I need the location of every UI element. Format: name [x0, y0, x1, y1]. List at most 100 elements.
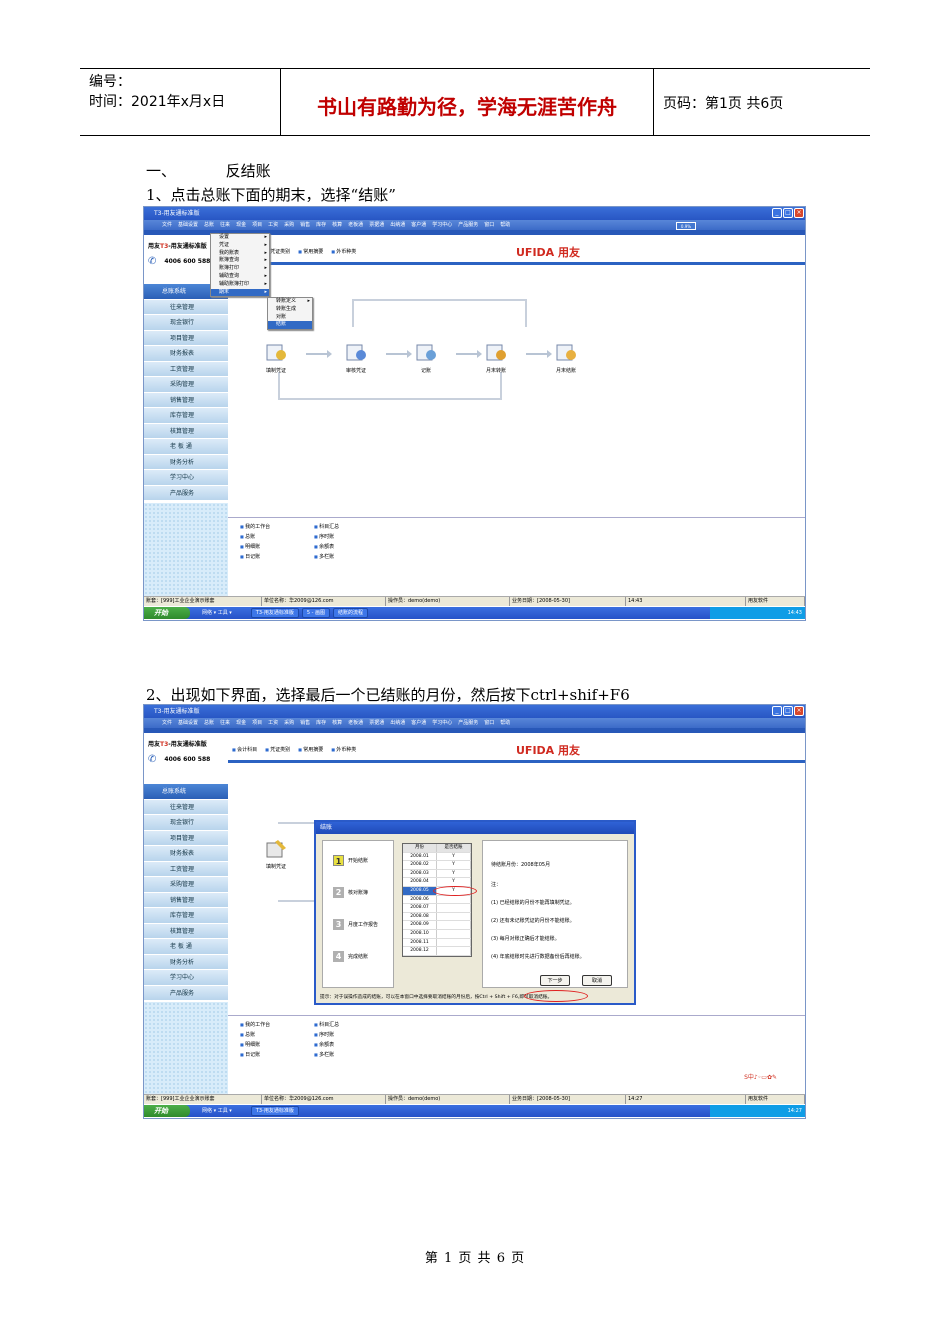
close-icon[interactable]: ×: [794, 208, 804, 218]
menu-item[interactable]: 现金: [236, 220, 246, 230]
menu-item[interactable]: 学习中心: [432, 718, 452, 728]
menu-item[interactable]: 客户通: [411, 718, 426, 728]
sidebar-item[interactable]: 财务报表: [144, 346, 228, 362]
closed-cell[interactable]: Y: [437, 869, 471, 878]
menu-item[interactable]: 基础设置: [178, 220, 198, 230]
toolbar-item[interactable]: 外币种类: [331, 746, 356, 753]
flow-step-label[interactable]: 记账: [406, 367, 446, 374]
submenu-item[interactable]: 结账: [268, 321, 312, 330]
sidebar-item[interactable]: 库存管理: [144, 908, 228, 924]
month-cell[interactable]: 2008.01: [403, 852, 437, 861]
table-row[interactable]: 2008.06: [403, 895, 471, 905]
quick-link[interactable]: 日记账: [240, 552, 270, 562]
sidebar-item[interactable]: 往来管理: [144, 299, 228, 315]
quick-link[interactable]: 多栏账: [314, 552, 339, 562]
menu-item[interactable]: 帮助: [500, 718, 510, 728]
quick-link[interactable]: 明细账: [240, 1040, 270, 1050]
sidebar-item[interactable]: 老 板 通: [144, 439, 228, 455]
flow-step-icon[interactable]: [554, 341, 578, 363]
menu-item[interactable]: 项目: [252, 220, 262, 230]
submenu-item[interactable]: 转账生成: [268, 306, 312, 314]
flow-step-icon[interactable]: [414, 341, 438, 363]
menu-item[interactable]: 账簿打印: [211, 265, 269, 273]
flow-step-label[interactable]: 月末转账: [476, 367, 516, 374]
closed-cell[interactable]: [437, 921, 471, 929]
menu-item[interactable]: 基础设置: [178, 718, 198, 728]
taskbar-button[interactable]: T3-用友通标准版: [250, 608, 299, 618]
month-cell[interactable]: 2008.03: [403, 869, 437, 878]
sidebar-item[interactable]: 学习中心: [144, 470, 228, 486]
month-cell[interactable]: 2008.11: [403, 938, 437, 947]
flow-step-icon[interactable]: [264, 341, 288, 363]
table-row[interactable]: 2008.02 Y: [403, 861, 471, 870]
sidebar-item[interactable]: 财务分析: [144, 954, 228, 970]
quick-link[interactable]: 日记账: [240, 1050, 270, 1060]
closed-cell[interactable]: [437, 904, 471, 912]
menu-item[interactable]: 帮助: [500, 220, 510, 230]
menu-item[interactable]: 票据通: [369, 220, 384, 230]
start-button[interactable]: 开始: [144, 607, 190, 619]
sidebar-item[interactable]: 老 板 通: [144, 939, 228, 955]
sidebar-item[interactable]: 采购管理: [144, 377, 228, 393]
table-row[interactable]: 2008.11: [403, 938, 471, 948]
menu-item[interactable]: 老板通: [348, 220, 363, 230]
taskbar-button[interactable]: 结账的流程: [333, 608, 369, 618]
maximize-icon[interactable]: □: [783, 208, 793, 218]
menu-item[interactable]: 总账: [204, 718, 214, 728]
toolbar-item[interactable]: 外币种类: [331, 248, 356, 255]
quick-link[interactable]: 总账: [240, 532, 270, 542]
submenu-item[interactable]: 转账定义: [268, 298, 312, 306]
menu-item[interactable]: 出纳通: [390, 718, 405, 728]
menu-item[interactable]: 销售: [300, 718, 310, 728]
toolbar-item[interactable]: 会计科目: [232, 746, 257, 753]
sidebar-item[interactable]: 现金银行: [144, 815, 228, 831]
menu-item[interactable]: 文件: [162, 718, 172, 728]
month-cell[interactable]: 2008.07: [403, 904, 437, 912]
taskbar-button[interactable]: T3-用友通标准版: [250, 1106, 299, 1116]
minimize-icon[interactable]: _: [772, 706, 782, 716]
maximize-icon[interactable]: □: [783, 706, 793, 716]
quick-link[interactable]: 科目汇总: [314, 522, 339, 532]
flow-step-label[interactable]: 月末结账: [546, 367, 586, 374]
closed-cell[interactable]: [437, 929, 471, 938]
table-row[interactable]: 2008.09: [403, 921, 471, 930]
menu-item[interactable]: 项目: [252, 718, 262, 728]
menu-item[interactable]: 销售: [300, 220, 310, 230]
menu-item[interactable]: 库存: [316, 220, 326, 230]
table-row[interactable]: 2008.10: [403, 929, 471, 939]
month-cell[interactable]: 2008.02: [403, 861, 437, 869]
toolbar-item[interactable]: 凭证类别: [265, 746, 290, 753]
month-cell[interactable]: 2008.09: [403, 921, 437, 929]
table-row[interactable]: 2008.12: [403, 947, 471, 956]
flow-step-label[interactable]: 审核凭证: [336, 367, 376, 374]
month-table[interactable]: 月份 是否结账 2008.01 Y 2008.02 Y 2008.03 Y 2008.04 Y 2…: [402, 843, 472, 957]
menu-item[interactable]: 核算: [332, 220, 342, 230]
month-cell[interactable]: 2008.04: [403, 878, 437, 886]
quick-link[interactable]: 序时账: [314, 1030, 339, 1040]
quick-link[interactable]: 余额表: [314, 1040, 339, 1050]
quick-link[interactable]: 科目汇总: [314, 1020, 339, 1030]
menu-item[interactable]: 辅助账簿打印: [211, 281, 269, 289]
menu-item[interactable]: 票据通: [369, 718, 384, 728]
closed-cell[interactable]: [437, 912, 471, 921]
taskbar-button[interactable]: 5 - 画图: [301, 608, 331, 618]
menu-item[interactable]: 设置: [211, 234, 269, 242]
quick-launch[interactable]: 网络 ▾ 工具 ▾: [202, 607, 232, 619]
closed-cell[interactable]: Y: [437, 852, 471, 861]
sidebar-item[interactable]: 库存管理: [144, 408, 228, 424]
closed-cell[interactable]: [437, 895, 471, 904]
sidebar-item[interactable]: 销售管理: [144, 392, 228, 408]
menu-item[interactable]: 工资: [268, 220, 278, 230]
menu-item[interactable]: 辅助查询: [211, 273, 269, 281]
sidebar-item[interactable]: 工资管理: [144, 861, 228, 877]
menu-item[interactable]: 产品服务: [458, 220, 478, 230]
minimize-icon[interactable]: _: [772, 208, 782, 218]
sidebar-item[interactable]: 总账系统: [144, 784, 228, 800]
quick-link[interactable]: 总账: [240, 1030, 270, 1040]
menu-item[interactable]: 现金: [236, 718, 246, 728]
table-row[interactable]: 2008.08: [403, 912, 471, 922]
sidebar-item[interactable]: 学习中心: [144, 970, 228, 986]
next-button[interactable]: 下一步: [540, 975, 570, 986]
sidebar-item[interactable]: 核算管理: [144, 423, 228, 439]
month-cell[interactable]: 2008.08: [403, 912, 437, 921]
